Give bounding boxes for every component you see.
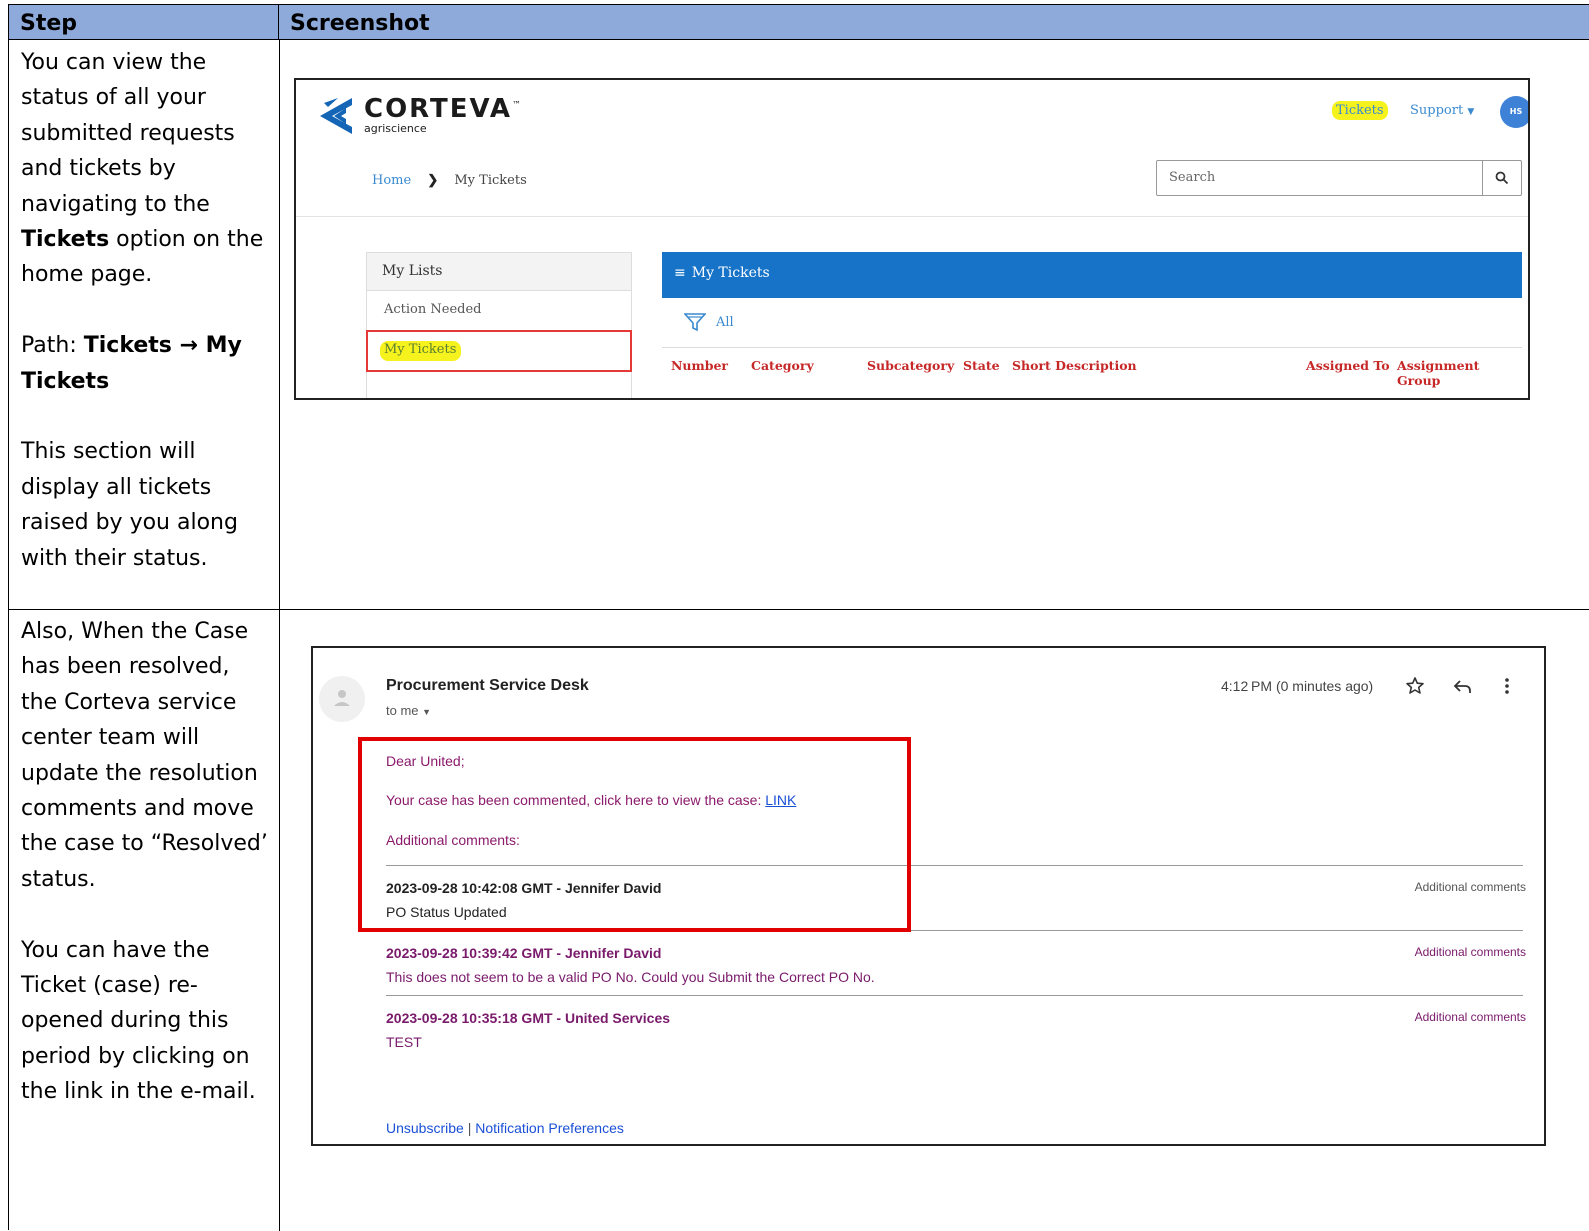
corteva-chevron-icon <box>320 98 352 134</box>
highlight-box <box>358 737 911 932</box>
search-icon <box>1495 171 1509 185</box>
caret-down-icon: ▼ <box>422 707 432 717</box>
nav-support-menu[interactable]: Support ▼ <box>1410 103 1474 118</box>
reply-icon[interactable] <box>1453 678 1473 701</box>
logo-wordmark: CORTEVA <box>364 94 513 124</box>
step-1-description: This section will display all tickets ra… <box>21 439 238 571</box>
logo-trademark: ™ <box>512 100 524 111</box>
header-divider <box>296 216 1528 217</box>
comment-tag: Additional comments <box>1414 880 1526 894</box>
search-box[interactable]: Search <box>1156 160 1522 196</box>
column-number[interactable]: Number <box>671 358 728 373</box>
divider <box>386 995 1523 996</box>
chevron-right-icon: ❯ <box>427 173 439 188</box>
highlight-box <box>366 330 632 372</box>
column-assignment-group[interactable]: Assignment Group <box>1397 358 1522 388</box>
search-input[interactable]: Search <box>1169 170 1215 185</box>
step-1-intro: You can view the status of all your subm… <box>21 50 235 217</box>
step-2-text: Also, When the Case has been resolved, t… <box>21 614 271 1110</box>
email-footer: Unsubscribe | Notification Preferences <box>386 1120 624 1136</box>
header-step: Step <box>9 5 279 40</box>
nav-support-label: Support <box>1410 103 1464 118</box>
filter-label: All <box>716 314 734 330</box>
person-icon <box>334 690 350 706</box>
breadcrumb-current: My Tickets <box>454 173 527 188</box>
step-1-path-label: Path: <box>21 333 84 359</box>
column-state[interactable]: State <box>963 358 1000 373</box>
filter-icon <box>684 313 706 332</box>
step-2-reopen-note: You can have the Ticket (case) re-opened… <box>21 937 256 1105</box>
my-tickets-header: ≡ My Tickets <box>662 252 1522 298</box>
email-screenshot: Procurement Service Desk to me ▼ 4:12 PM… <box>311 646 1546 1146</box>
user-avatar[interactable]: HS <box>1500 96 1528 128</box>
header-screenshot: Screenshot <box>279 5 1589 40</box>
comment-tag: Additional comments <box>1414 1010 1526 1024</box>
column-short-description[interactable]: Short Description <box>1012 358 1137 373</box>
footer-separator: | <box>467 1120 472 1136</box>
step-1-text: You can view the status of all your subm… <box>21 45 271 576</box>
column-subcategory[interactable]: Subcategory <box>867 358 954 373</box>
filter-row[interactable]: All <box>684 312 734 332</box>
email-time: 4:12 PM (0 minutes ago) <box>1221 678 1374 694</box>
my-lists-title: My Lists <box>367 253 631 291</box>
star-icon[interactable] <box>1405 676 1425 701</box>
step-2-intro: Also, When the Case has been resolved, t… <box>21 619 268 892</box>
email-recipient-label: to me <box>386 703 419 718</box>
breadcrumb-home[interactable]: Home <box>372 173 411 188</box>
search-button[interactable] <box>1482 161 1521 195</box>
list-item-action-needed[interactable]: Action Needed <box>367 291 631 331</box>
my-lists-panel: My Lists Action Needed My Tickets <box>366 252 632 398</box>
column-category[interactable]: Category <box>751 358 814 373</box>
my-tickets-title: My Tickets <box>691 265 770 281</box>
menu-icon[interactable]: ≡ <box>674 265 686 281</box>
comment-header: 2023-09-28 10:35:18 GMT - United Service… <box>386 1010 671 1026</box>
row-divider <box>9 609 1589 610</box>
comment-body: TEST <box>386 1034 422 1050</box>
column-assigned-to[interactable]: Assigned To <box>1306 358 1390 373</box>
more-vertical-icon[interactable] <box>1503 676 1511 701</box>
notification-preferences-link[interactable]: Notification Preferences <box>475 1120 624 1136</box>
comment-header: 2023-09-28 10:39:42 GMT - Jennifer David <box>386 945 662 961</box>
unsubscribe-link[interactable]: Unsubscribe <box>386 1120 464 1136</box>
column-divider <box>279 40 280 1231</box>
corteva-logo[interactable]: CORTEVA™ agriscience <box>314 94 574 138</box>
email-recipient[interactable]: to me ▼ <box>386 703 431 718</box>
email-sender: Procurement Service Desk <box>386 677 589 694</box>
logo-subtitle: agriscience <box>364 122 427 135</box>
nav-tickets-link[interactable]: Tickets <box>1332 101 1388 120</box>
caret-down-icon: ▼ <box>1467 107 1475 117</box>
portal-screenshot: CORTEVA™ agriscience Tickets Support ▼ H… <box>294 78 1530 400</box>
breadcrumb: Home ❯ My Tickets <box>372 173 527 188</box>
tickets-table-header: Number Category Subcategory State Short … <box>662 347 1522 388</box>
step-1-tickets-bold: Tickets <box>21 227 110 253</box>
comment-tag: Additional comments <box>1414 945 1526 959</box>
sender-avatar <box>319 676 365 722</box>
my-tickets-panel: ≡ My Tickets All Number Category Subcateg… <box>662 252 1522 398</box>
comment-body: This does not seem to be a valid PO No. … <box>386 969 875 985</box>
